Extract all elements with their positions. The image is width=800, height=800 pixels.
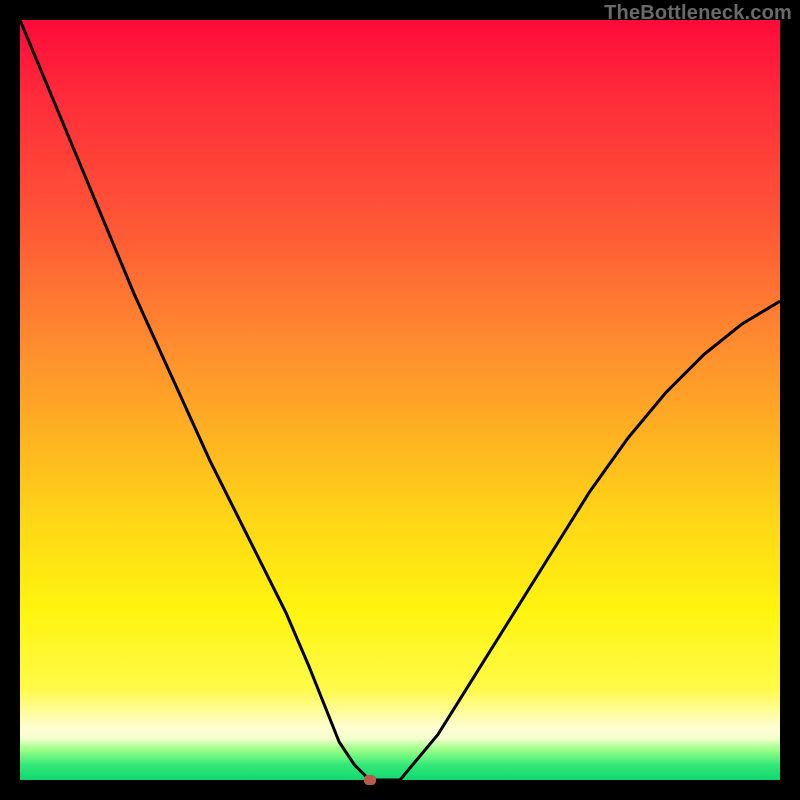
bottleneck-curve bbox=[20, 20, 780, 780]
plot-area bbox=[20, 20, 780, 780]
watermark-text: TheBottleneck.com bbox=[604, 2, 792, 25]
min-marker bbox=[364, 775, 376, 785]
curve-path bbox=[20, 20, 780, 780]
chart-frame: TheBottleneck.com bbox=[0, 0, 800, 800]
